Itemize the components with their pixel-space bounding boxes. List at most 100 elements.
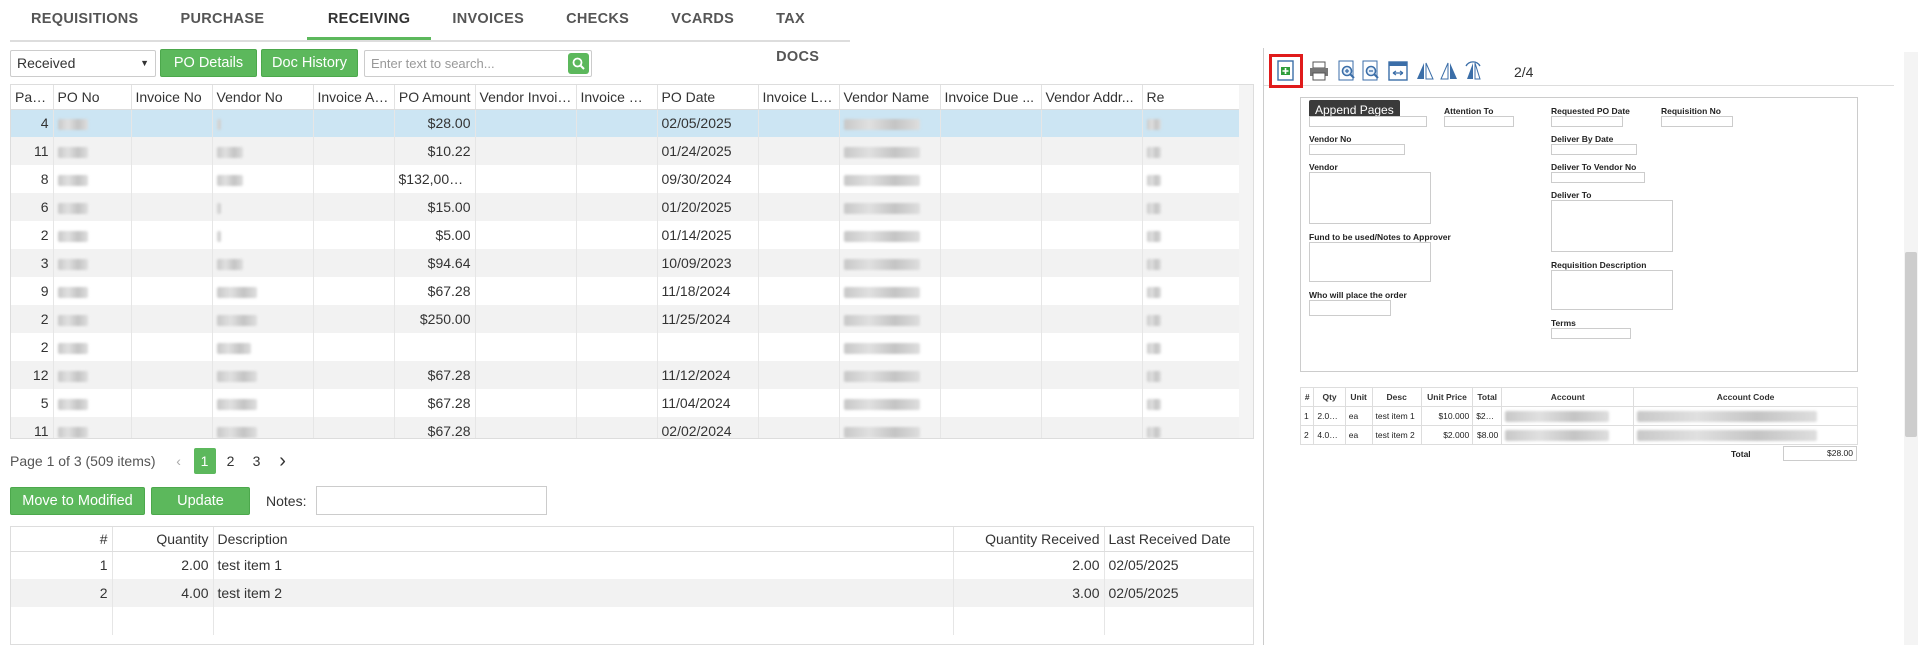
doc-th: Desc (1371, 387, 1422, 407)
notes-input[interactable] (316, 486, 548, 515)
status-select[interactable]: Received ▼ (10, 49, 156, 77)
cell-vendor-no (212, 305, 314, 333)
field-box (1309, 242, 1431, 282)
line-received[interactable]: 3.00 (953, 579, 1105, 607)
col-header[interactable]: PO Amount (394, 85, 476, 110)
cell-po-date: 01/14/2025 (657, 221, 759, 249)
cell-pages: 5 (11, 389, 54, 417)
cell-pages: 11 (11, 417, 54, 438)
prev-page-icon[interactable]: ‹ (168, 448, 190, 474)
table-row[interactable]: 9 $67.28 11/18/2024 (11, 277, 1242, 305)
col-header[interactable]: Invoice Date (576, 85, 658, 110)
col-header-num[interactable]: # (11, 527, 113, 552)
cell-vendor-invoice (475, 417, 577, 438)
cell-po-amount: $132,000.00 (394, 165, 476, 193)
tab-requisitions[interactable]: REQUISITIONS (10, 0, 160, 40)
cell-invoice-line (758, 305, 840, 333)
cell-invoice-no (131, 389, 213, 417)
rotate-left-icon[interactable] (1414, 60, 1436, 82)
line-item-row[interactable]: 2 4.00 test item 2 3.00 02/05/2025 (11, 579, 1253, 607)
page-1-button[interactable]: 1 (193, 448, 216, 474)
rotate-right-icon[interactable] (1438, 60, 1460, 82)
table-row[interactable]: 3 $94.64 10/09/2023 (11, 249, 1242, 277)
tab-receiving[interactable]: RECEIVING (306, 0, 432, 40)
print-icon[interactable] (1308, 60, 1330, 82)
cell-invoice-no (131, 333, 213, 361)
cell-vendor-name (839, 193, 941, 221)
doc-item-qty: 2.0000 (1313, 406, 1346, 426)
table-row[interactable]: 4 $28.00 02/05/2025 (11, 109, 1242, 137)
col-header[interactable]: Invoice Due ... (940, 85, 1042, 110)
tab-purchase-orders[interactable]: PURCHASE ORDERS (160, 0, 307, 65)
po-details-button[interactable]: PO Details (160, 49, 257, 77)
cell-invoice-date (576, 193, 658, 221)
cell-invoice-due (940, 277, 1042, 305)
table-row[interactable]: 2 (11, 333, 1242, 361)
col-header[interactable]: Vendor Name (839, 85, 941, 110)
viewer-scroll-thumb[interactable] (1905, 252, 1917, 437)
tab-vcards[interactable]: VCARDS (650, 0, 755, 40)
table-row[interactable]: 11 $67.28 02/02/2024 (11, 417, 1242, 438)
cell-invoice-date (576, 221, 658, 249)
line-date: 02/05/2025 (1104, 579, 1253, 607)
label-requested-po-date: Requested PO Date (1551, 106, 1630, 116)
tab-checks[interactable]: CHECKS (545, 0, 650, 40)
col-header[interactable]: Invoice No (131, 85, 213, 110)
search-input[interactable]: Enter text to search... (364, 49, 592, 77)
col-header[interactable]: Vendor Invoic... (475, 85, 577, 110)
cell-invoice-line (758, 137, 840, 165)
line-item-row[interactable]: 1 2.00 test item 1 2.00 02/05/2025 (11, 551, 1253, 579)
update-button[interactable]: Update (151, 486, 250, 515)
col-header[interactable]: Invoice Amo... (313, 85, 395, 110)
next-page-icon[interactable]: › (272, 448, 294, 474)
zoom-out-icon[interactable] (1360, 60, 1382, 82)
page-2-button[interactable]: 2 (220, 448, 242, 474)
col-header[interactable]: Vendor No (212, 85, 314, 110)
table-row[interactable]: 11 $10.22 01/24/2025 (11, 137, 1242, 165)
col-header[interactable]: PO Date (657, 85, 759, 110)
doc-th: Unit (1344, 387, 1373, 407)
doc-history-button[interactable]: Doc History (261, 49, 358, 77)
col-header[interactable]: Vendor Addr... (1041, 85, 1143, 110)
table-row[interactable]: 12 $67.28 11/12/2024 (11, 361, 1242, 389)
viewer-scrollbar[interactable] (1904, 52, 1918, 645)
col-header[interactable]: Invoice Line T... (758, 85, 840, 110)
cell-invoice-line (758, 361, 840, 389)
col-header[interactable]: PO No (53, 85, 132, 110)
cell-po-amount: $67.28 (394, 361, 476, 389)
table-row[interactable]: 5 $67.28 11/04/2024 (11, 389, 1242, 417)
col-header[interactable]: Pages (11, 85, 54, 110)
tab-invoices[interactable]: INVOICES (431, 0, 545, 40)
cell-vendor-address (1041, 165, 1143, 193)
page-3-button[interactable]: 3 (246, 448, 268, 474)
col-header-description[interactable]: Description (213, 527, 954, 552)
zoom-in-icon[interactable] (1336, 60, 1358, 82)
col-header-last-received[interactable]: Last Received Date (1104, 527, 1253, 552)
table-row[interactable]: 2 $5.00 01/14/2025 (11, 221, 1242, 249)
cell-invoice-no (131, 109, 213, 137)
cell-invoice-date (576, 277, 658, 305)
field-box (1309, 144, 1405, 155)
cell-pages: 2 (11, 305, 54, 333)
cell-invoice-no (131, 277, 213, 305)
tab-tax-docs[interactable]: TAX DOCS (755, 0, 850, 65)
label-attention-to: Attention To (1444, 106, 1494, 116)
table-row[interactable]: 6 $15.00 01/20/2025 (11, 193, 1242, 221)
table-row[interactable]: 8 $132,000.00 09/30/2024 (11, 165, 1242, 193)
col-header-quantity[interactable]: Quantity (112, 527, 214, 552)
line-received[interactable]: 2.00 (953, 551, 1105, 579)
grid-scrollbar[interactable] (1239, 85, 1253, 438)
cell-invoice-due (940, 389, 1042, 417)
cell-invoice-due (940, 137, 1042, 165)
col-header-qty-received[interactable]: Quantity Received (953, 527, 1105, 552)
search-button[interactable] (568, 52, 589, 74)
append-pages-icon[interactable] (1275, 60, 1297, 82)
cell-invoice-due (940, 333, 1042, 361)
col-header[interactable]: Re (1142, 85, 1242, 110)
cell-po-amount: $67.28 (394, 417, 476, 438)
fit-page-icon[interactable] (1387, 60, 1409, 82)
rotate-icon[interactable] (1462, 60, 1484, 82)
move-to-modified-button[interactable]: Move to Modified (10, 486, 145, 515)
cell-po-date: 10/09/2023 (657, 249, 759, 277)
table-row[interactable]: 2 $250.00 11/25/2024 (11, 305, 1242, 333)
